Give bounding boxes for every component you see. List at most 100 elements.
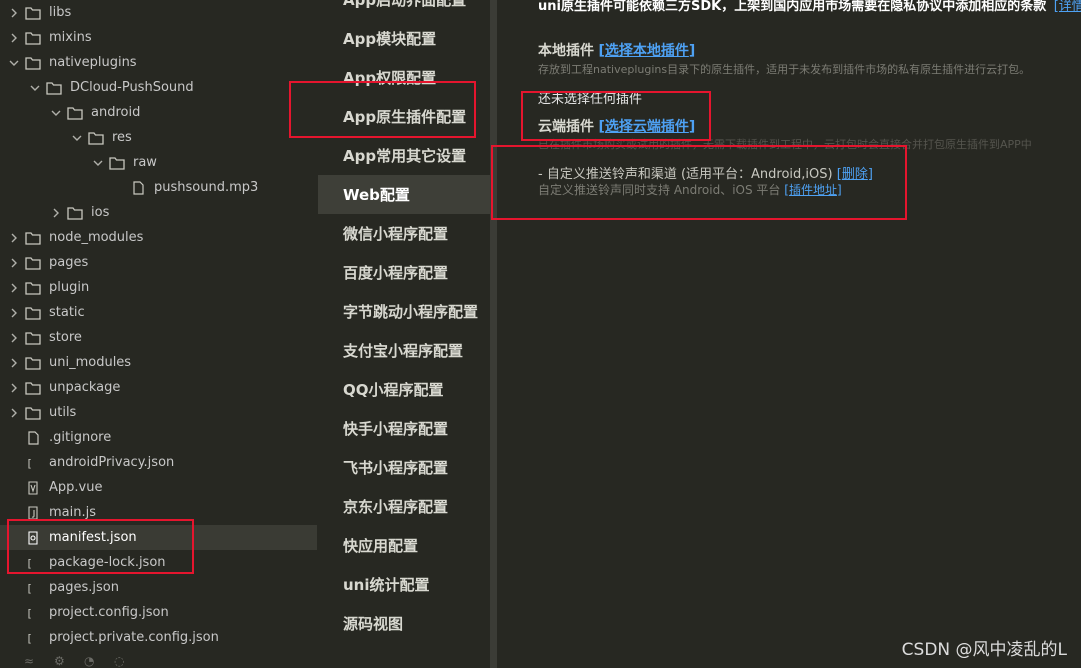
chevron-right-icon[interactable] xyxy=(7,31,21,45)
folder-icon xyxy=(25,306,41,320)
vue-file-icon xyxy=(25,480,41,495)
config-nav-item[interactable]: 百度小程序配置 xyxy=(318,253,490,292)
tree-item-label: static xyxy=(49,305,85,320)
tree-file-row[interactable]: pushsound.mp3 xyxy=(0,175,318,200)
folder-icon xyxy=(88,131,104,145)
chevron-right-icon[interactable] xyxy=(7,231,21,245)
config-nav-item[interactable]: 快手小程序配置 xyxy=(318,409,490,448)
config-nav-item[interactable]: QQ小程序配置 xyxy=(318,370,490,409)
config-nav-label: 京东小程序配置 xyxy=(343,498,449,516)
tree-item-label: uni_modules xyxy=(49,355,132,370)
config-nav-item[interactable]: 微信小程序配置 xyxy=(318,214,490,253)
tree-item-label: project.config.json xyxy=(49,605,169,620)
folder-icon xyxy=(25,31,41,45)
notice-detail-link[interactable]: [详情] xyxy=(1054,0,1081,14)
config-nav-item[interactable]: 支付宝小程序配置 xyxy=(318,331,490,370)
tree-folder-row[interactable]: pages xyxy=(0,250,317,275)
chevron-right-icon[interactable] xyxy=(7,356,21,370)
plugin-url-link[interactable]: 插件地址 xyxy=(789,183,837,197)
svg-text:[ ]: [ ] xyxy=(26,607,41,620)
config-nav-label: Web配置 xyxy=(343,186,410,204)
tree-folder-row[interactable]: uni_modules xyxy=(0,350,317,375)
config-nav-item[interactable]: 源码视图 xyxy=(318,604,490,643)
tree-folder-row[interactable]: node_modules xyxy=(0,225,317,250)
cloud-plugin-title: 云端插件 xyxy=(538,119,594,135)
tree-file-row[interactable]: main.js xyxy=(0,500,317,525)
tree-bottom-toolbar: ≈ ⚙ ◔ ◌ xyxy=(0,655,318,668)
tree-folder-row[interactable]: raw xyxy=(0,150,318,175)
config-nav-label: 源码视图 xyxy=(343,615,404,633)
config-nav-item[interactable]: 京东小程序配置 xyxy=(318,487,490,526)
config-nav-label: 字节跳动小程序配置 xyxy=(343,303,479,321)
config-nav-item[interactable]: App权限配置 xyxy=(318,58,490,97)
config-nav-item[interactable]: uni统计配置 xyxy=(318,565,490,604)
chevron-right-icon[interactable] xyxy=(7,406,21,420)
tree-folder-row[interactable]: plugin xyxy=(0,275,317,300)
chevron-right-icon[interactable] xyxy=(49,206,63,220)
notice-row: uni原生插件可能依赖三方SDK，上架到国内应用市场需要在隐私协议中添加相应的条… xyxy=(538,0,1081,14)
chevron-down-icon[interactable] xyxy=(49,106,63,120)
tree-item-label: libs xyxy=(49,5,72,20)
tree-file-row[interactable]: manifest.json xyxy=(0,525,317,550)
tree-file-row[interactable]: App.vue xyxy=(0,475,317,500)
chevron-right-icon[interactable] xyxy=(7,306,21,320)
tree-item-label: project.private.config.json xyxy=(49,630,219,645)
cloud-plugin-header: 云端插件 [选择云端插件] xyxy=(538,119,696,135)
tree-folder-row[interactable]: libs xyxy=(0,0,317,25)
tree-file-row[interactable]: [ ] pages.json xyxy=(0,575,317,600)
chevron-down-icon[interactable] xyxy=(91,156,105,170)
svg-text:[ ]: [ ] xyxy=(26,557,41,570)
tree-folder-row[interactable]: mixins xyxy=(0,25,317,50)
chevron-down-icon[interactable] xyxy=(70,131,84,145)
toolbar-icon[interactable]: ≈ xyxy=(24,655,36,668)
chevron-right-icon[interactable] xyxy=(7,256,21,270)
tree-folder-row[interactable]: utils xyxy=(0,400,317,425)
tree-folder-row[interactable]: store xyxy=(0,325,317,350)
svg-text:[ ]: [ ] xyxy=(26,457,41,470)
tree-file-row[interactable]: .gitignore xyxy=(0,425,317,450)
config-nav-item[interactable]: Web配置 xyxy=(318,175,490,214)
tree-folder-row[interactable]: static xyxy=(0,300,317,325)
tree-folder-row[interactable]: android xyxy=(0,100,318,125)
chevron-right-icon[interactable] xyxy=(7,6,21,20)
toolbar-icon[interactable]: ◌ xyxy=(114,655,126,668)
tree-item-label: mixins xyxy=(49,30,92,45)
tree-item-label: pages.json xyxy=(49,580,119,595)
tree-folder-row[interactable]: DCloud-PushSound xyxy=(0,75,318,100)
select-cloud-plugin-link[interactable]: 选择云端插件 xyxy=(605,119,689,135)
local-plugin-title: 本地插件 xyxy=(538,43,594,59)
config-nav-item[interactable]: 快应用配置 xyxy=(318,526,490,565)
panel-divider[interactable] xyxy=(490,0,497,668)
config-nav-item[interactable]: App原生插件配置 xyxy=(318,97,490,136)
tree-item-label: res xyxy=(112,130,132,145)
tree-file-row[interactable]: [ ] package-lock.json xyxy=(0,550,317,575)
tree-folder-row[interactable]: ios xyxy=(0,200,318,225)
tree-folder-row[interactable]: res xyxy=(0,125,318,150)
tree-file-row[interactable]: [ ] project.config.json xyxy=(0,600,317,625)
chevron-right-icon[interactable] xyxy=(7,381,21,395)
tree-file-row[interactable]: [ ] project.private.config.json xyxy=(0,625,317,650)
tree-folder-row[interactable]: unpackage xyxy=(0,375,317,400)
folder-icon xyxy=(25,381,41,395)
toolbar-icon[interactable]: ◔ xyxy=(84,655,96,668)
chevron-down-icon[interactable] xyxy=(7,56,21,70)
config-nav-item[interactable]: App启动界面配置 xyxy=(318,0,490,19)
folder-icon xyxy=(67,206,83,220)
chevron-down-icon[interactable] xyxy=(28,81,42,95)
chevron-right-icon[interactable] xyxy=(7,331,21,345)
tree-folder-row[interactable]: nativeplugins xyxy=(0,50,317,75)
chevron-right-icon[interactable] xyxy=(7,281,21,295)
config-nav-item[interactable]: 飞书小程序配置 xyxy=(318,448,490,487)
toolbar-icon[interactable]: ⚙ xyxy=(54,655,66,668)
json-file-icon: [ ] xyxy=(25,606,41,620)
config-nav-item[interactable]: App模块配置 xyxy=(318,19,490,58)
select-local-plugin-link[interactable]: 选择本地插件 xyxy=(605,43,689,59)
config-nav-item[interactable]: 字节跳动小程序配置 xyxy=(318,292,490,331)
svg-text:[ ]: [ ] xyxy=(26,582,41,595)
plugin-delete-link[interactable]: 删除 xyxy=(842,167,868,182)
tree-file-row[interactable]: [ ] androidPrivacy.json xyxy=(0,450,317,475)
config-nav-item[interactable]: App常用其它设置 xyxy=(318,136,490,175)
